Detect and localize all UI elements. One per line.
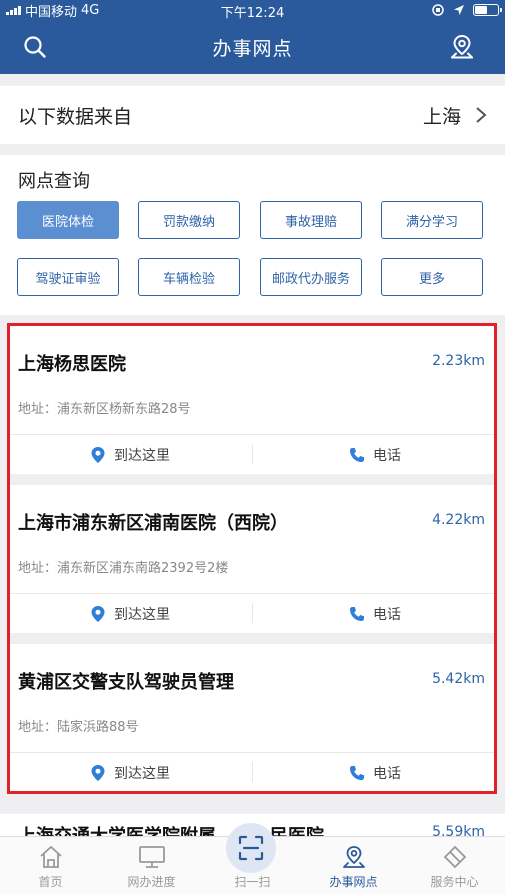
data-source-row[interactable]: 以下数据来自 上海 [0,86,505,144]
tab-label: 首页 [38,875,63,889]
result-distance: 5.42km [432,671,485,687]
scan-icon [238,835,264,861]
chip-license-review[interactable]: 驾驶证审验 [17,258,119,296]
result-card[interactable]: 上海市浦东新区浦南医院（西院） 4.22km 地址：浦东新区浦东南路2392号2… [8,485,497,633]
phone-icon [350,447,364,462]
navigate-label: 到达这里 [114,606,170,623]
location-pin-icon [91,446,105,463]
navigate-button[interactable]: 到达这里 [8,594,252,633]
result-address: 地址：陆家浜路88号 [18,720,139,735]
tab-label: 扫一扫 [234,875,271,889]
signal-icon [6,5,21,15]
result-distance: 4.22km [432,512,485,528]
home-icon [39,845,62,868]
result-card[interactable]: 黄浦区交警支队驾驶员管理 5.42km 地址：陆家浜路88号 到达这里 电话 [8,644,497,792]
tab-home[interactable]: 首页 [0,837,101,894]
location-pin-icon [91,605,105,622]
phone-button[interactable]: 电话 [253,753,497,792]
battery-icon [473,4,502,16]
phone-label: 电话 [373,606,401,623]
tab-label: 服务中心 [430,875,479,889]
network-label: 4G [81,2,100,18]
phone-label: 电话 [373,765,401,782]
chevron-right-icon [476,107,487,123]
chip-postal-service[interactable]: 邮政代办服务 [260,258,362,296]
phone-label: 电话 [373,447,401,464]
carrier-label: 中国移动 [25,4,78,20]
phone-icon [350,765,364,780]
orientation-lock-icon [432,4,444,16]
chip-more[interactable]: 更多 [381,258,483,296]
result-card[interactable]: 上海杨思医院 2.23km 地址：浦东新区杨新东路28号 到达这里 电话 [8,326,497,474]
phone-icon [350,606,364,621]
location-pin-icon[interactable] [447,32,477,62]
navigate-label: 到达这里 [114,447,170,464]
tab-label: 办事网点 [329,875,378,889]
location-pin-icon [342,846,365,868]
phone-button[interactable]: 电话 [253,435,497,474]
search-icon[interactable] [20,32,50,62]
result-name: 上海杨思医院 [18,354,126,375]
location-pin-icon [91,764,105,781]
query-title: 网点查询 [18,171,90,192]
navigate-button[interactable]: 到达这里 [8,435,252,474]
chip-hospital-checkup[interactable]: 医院体检 [17,201,119,239]
result-name: 黄浦区交警支队驾驶员管理 [18,672,234,693]
data-source-label: 以下数据来自 [18,105,133,128]
query-panel: 网点查询 医院体检 罚款缴纳 事故理赔 满分学习 驾驶证审验 车辆检验 邮政代办… [0,155,505,315]
result-address: 地址：浦东新区杨新东路28号 [18,402,191,417]
result-name: 上海市浦东新区浦南医院（西院） [18,513,288,534]
scan-button[interactable] [226,823,276,873]
chip-vehicle-inspection[interactable]: 车辆检验 [138,258,240,296]
tab-label: 网办进度 [127,875,176,889]
result-distance: 2.23km [432,353,485,369]
page-title: 办事网点 [212,37,293,60]
nav-bar: 办事网点 [0,20,505,74]
monitor-icon [138,846,165,868]
data-source-city: 上海 [422,105,461,128]
navigate-label: 到达这里 [114,765,170,782]
result-address: 地址：浦东新区浦东南路2392号2楼 [18,561,229,576]
chip-accident-claim[interactable]: 事故理赔 [260,201,362,239]
chip-full-score-study[interactable]: 满分学习 [381,201,483,239]
tab-service-points[interactable]: 办事网点 [303,837,404,894]
location-arrow-icon [454,5,464,15]
diamond-icon [443,845,466,869]
navigate-button[interactable]: 到达这里 [8,753,252,792]
status-bar: 中国移动 4G 下午12:24 [0,0,505,21]
tab-progress[interactable]: 网办进度 [101,837,202,894]
phone-button[interactable]: 电话 [253,594,497,633]
tab-service-center[interactable]: 服务中心 [404,837,505,894]
chip-fine-payment[interactable]: 罚款缴纳 [138,201,240,239]
